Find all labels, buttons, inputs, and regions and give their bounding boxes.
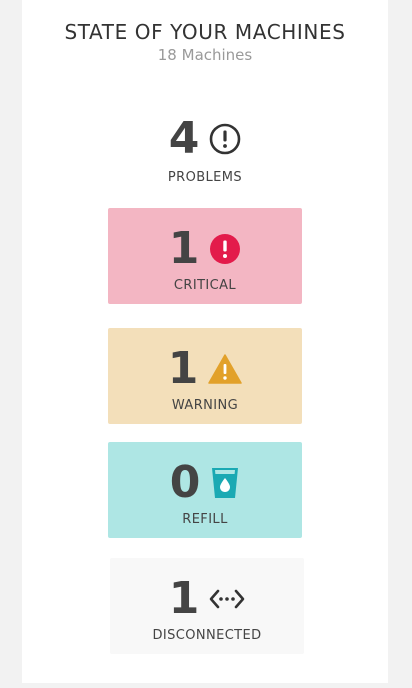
exclamation-circle-outline-icon bbox=[209, 123, 241, 155]
status-warning[interactable]: 1 WARNING bbox=[108, 328, 302, 424]
status-critical[interactable]: 1 CRITICAL bbox=[108, 208, 302, 304]
refill-label: REFILL bbox=[182, 512, 228, 527]
warning-label: WARNING bbox=[171, 398, 239, 413]
critical-label: CRITICAL bbox=[173, 278, 237, 293]
critical-count: 1 bbox=[168, 223, 200, 274]
machines-card: STATE OF YOUR MACHINES 18 Machines 4 PRO… bbox=[22, 0, 388, 683]
problems-label: PROBLEMS bbox=[167, 170, 243, 185]
problems-summary: 4 PROBLEMS bbox=[22, 113, 388, 186]
warning-count: 1 bbox=[167, 343, 199, 394]
status-disconnected[interactable]: 1 DISCONNECTED bbox=[110, 558, 304, 654]
refill-count: 0 bbox=[169, 457, 201, 508]
problems-count: 4 bbox=[168, 113, 200, 164]
machine-count-subtitle: 18 Machines bbox=[157, 46, 253, 64]
disconnected-count: 1 bbox=[168, 573, 200, 624]
water-cup-icon bbox=[210, 466, 240, 500]
disconnected-arrows-icon bbox=[209, 587, 245, 611]
status-refill[interactable]: 0 REFILL bbox=[108, 442, 302, 538]
disconnected-label: DISCONNECTED bbox=[152, 628, 262, 643]
exclamation-circle-icon bbox=[209, 233, 241, 265]
warning-triangle-icon bbox=[208, 354, 243, 384]
page-title: STATE OF YOUR MACHINES bbox=[64, 20, 346, 44]
